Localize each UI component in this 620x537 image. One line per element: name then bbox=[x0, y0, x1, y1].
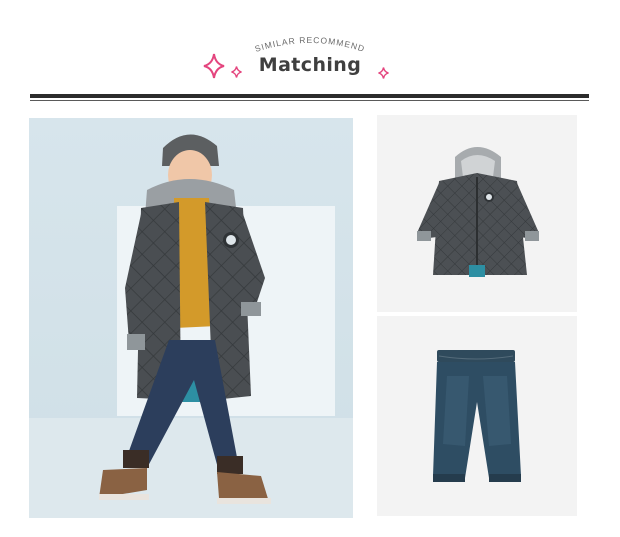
svg-text:SIMILAR RECOMMEND: SIMILAR RECOMMEND bbox=[254, 35, 367, 54]
coat-product-photo[interactable] bbox=[377, 115, 577, 312]
model-photo[interactable] bbox=[29, 118, 353, 518]
divider-thick bbox=[30, 94, 589, 98]
sparkle-large-icon bbox=[203, 53, 225, 79]
jeans-product-photo[interactable] bbox=[377, 316, 577, 516]
sparkle-small-icon bbox=[231, 66, 242, 78]
sparkle-right-icon bbox=[378, 67, 389, 79]
divider-thin bbox=[30, 100, 589, 101]
subtitle-text: SIMILAR RECOMMEND bbox=[254, 35, 366, 54]
matching-header: SIMILAR RECOMMEND Matching bbox=[0, 0, 620, 110]
section-title: Matching bbox=[258, 54, 362, 76]
